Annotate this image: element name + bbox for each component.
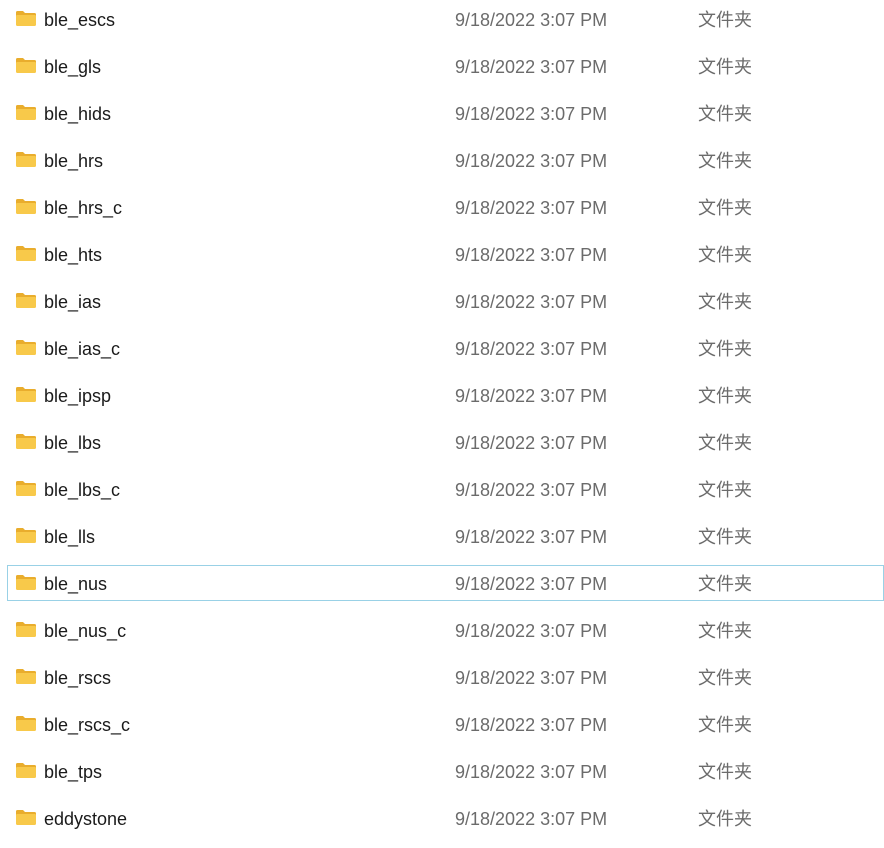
file-date-modified: 9/18/2022 3:07 PM — [455, 104, 608, 124]
file-type: 文件夹 — [698, 527, 752, 547]
file-row[interactable]: ble_hrs 9/18/2022 3:07 PM 文件夹 — [7, 142, 884, 178]
folder-icon — [16, 199, 36, 214]
file-name: ble_nus_c — [44, 621, 127, 641]
file-row-hovered[interactable]: ble_nus 9/18/2022 3:07 PM 文件夹 — [7, 565, 884, 601]
folder-icon — [16, 716, 36, 731]
file-name: ble_escs — [44, 10, 116, 30]
file-name: ble_ipsp — [44, 386, 112, 406]
folder-icon — [16, 575, 36, 590]
file-type: 文件夹 — [698, 151, 752, 171]
file-name: ble_lbs — [44, 433, 102, 453]
file-type: 文件夹 — [698, 574, 752, 594]
file-name: ble_hrs — [44, 151, 104, 171]
file-date-modified: 9/18/2022 3:07 PM — [455, 198, 608, 218]
folder-icon — [16, 11, 36, 26]
file-type: 文件夹 — [698, 292, 752, 312]
file-date-modified: 9/18/2022 3:07 PM — [455, 762, 608, 782]
file-date-modified: 9/18/2022 3:07 PM — [455, 10, 608, 30]
folder-icon — [16, 152, 36, 167]
file-type: 文件夹 — [698, 245, 752, 265]
file-date-modified: 9/18/2022 3:07 PM — [455, 386, 608, 406]
file-type: 文件夹 — [698, 809, 752, 829]
file-date-modified: 9/18/2022 3:07 PM — [455, 151, 608, 171]
file-date-modified: 9/18/2022 3:07 PM — [455, 245, 608, 265]
file-row[interactable]: ble_lbs 9/18/2022 3:07 PM 文件夹 — [7, 424, 884, 460]
folder-icon — [16, 810, 36, 825]
file-date-modified: 9/18/2022 3:07 PM — [455, 668, 608, 688]
file-name: ble_ias_c — [44, 339, 121, 359]
file-name: ble_hids — [44, 104, 112, 124]
file-row[interactable]: ble_tps 9/18/2022 3:07 PM 文件夹 — [7, 753, 884, 789]
file-date-modified: 9/18/2022 3:07 PM — [455, 621, 608, 641]
file-name: ble_rscs_c — [44, 715, 131, 735]
file-row[interactable]: ble_hts 9/18/2022 3:07 PM 文件夹 — [7, 236, 884, 272]
file-name: ble_tps — [44, 762, 103, 782]
file-date-modified: 9/18/2022 3:07 PM — [455, 715, 608, 735]
folder-icon — [16, 340, 36, 355]
file-type: 文件夹 — [698, 668, 752, 688]
file-name: ble_gls — [44, 57, 102, 77]
folder-icon — [16, 387, 36, 402]
file-name: ble_hts — [44, 245, 103, 265]
file-type: 文件夹 — [698, 621, 752, 641]
file-type: 文件夹 — [698, 715, 752, 735]
file-date-modified: 9/18/2022 3:07 PM — [455, 809, 608, 829]
file-name: ble_lbs_c — [44, 480, 121, 500]
file-name: ble_hrs_c — [44, 198, 123, 218]
file-name: ble_nus — [44, 574, 108, 594]
file-date-modified: 9/18/2022 3:07 PM — [455, 57, 608, 77]
folder-icon — [16, 293, 36, 308]
folder-icon — [16, 528, 36, 543]
file-name: ble_lls — [44, 527, 96, 547]
file-row[interactable]: eddystone 9/18/2022 3:07 PM 文件夹 — [7, 800, 884, 836]
file-date-modified: 9/18/2022 3:07 PM — [455, 527, 608, 547]
file-date-modified: 9/18/2022 3:07 PM — [455, 433, 608, 453]
file-row[interactable]: ble_ipsp 9/18/2022 3:07 PM 文件夹 — [7, 377, 884, 413]
folder-icon — [16, 481, 36, 496]
file-type: 文件夹 — [698, 198, 752, 218]
file-row[interactable]: ble_ias 9/18/2022 3:07 PM 文件夹 — [7, 283, 884, 319]
file-type: 文件夹 — [698, 480, 752, 500]
file-list: ble_escs 9/18/2022 3:07 PM 文件夹 ble_gls 9… — [0, 0, 884, 848]
folder-icon — [16, 246, 36, 261]
file-row[interactable]: ble_lbs_c 9/18/2022 3:07 PM 文件夹 — [7, 471, 884, 507]
file-date-modified: 9/18/2022 3:07 PM — [455, 292, 608, 312]
file-type: 文件夹 — [698, 433, 752, 453]
file-type: 文件夹 — [698, 104, 752, 124]
folder-icon — [16, 763, 36, 778]
file-type: 文件夹 — [698, 386, 752, 406]
file-name: eddystone — [44, 809, 128, 829]
file-date-modified: 9/18/2022 3:07 PM — [455, 339, 608, 359]
file-name: ble_ias — [44, 292, 102, 312]
file-row[interactable]: ble_nus_c 9/18/2022 3:07 PM 文件夹 — [7, 612, 884, 648]
file-row[interactable]: ble_hids 9/18/2022 3:07 PM 文件夹 — [7, 95, 884, 131]
folder-icon — [16, 105, 36, 120]
file-row[interactable]: ble_lls 9/18/2022 3:07 PM 文件夹 — [7, 518, 884, 554]
file-type: 文件夹 — [698, 339, 752, 359]
file-type: 文件夹 — [698, 57, 752, 77]
file-type: 文件夹 — [698, 10, 752, 30]
file-type: 文件夹 — [698, 762, 752, 782]
file-row[interactable]: ble_gls 9/18/2022 3:07 PM 文件夹 — [7, 48, 884, 84]
file-row[interactable]: ble_hrs_c 9/18/2022 3:07 PM 文件夹 — [7, 189, 884, 225]
file-name: ble_rscs — [44, 668, 112, 688]
file-date-modified: 9/18/2022 3:07 PM — [455, 480, 608, 500]
file-row[interactable]: ble_rscs_c 9/18/2022 3:07 PM 文件夹 — [7, 706, 884, 742]
folder-icon — [16, 669, 36, 684]
file-row[interactable]: ble_escs 9/18/2022 3:07 PM 文件夹 — [7, 1, 884, 37]
file-row[interactable]: ble_ias_c 9/18/2022 3:07 PM 文件夹 — [7, 330, 884, 366]
file-date-modified: 9/18/2022 3:07 PM — [455, 574, 608, 594]
folder-icon — [16, 622, 36, 637]
folder-icon — [16, 58, 36, 73]
file-row[interactable]: ble_rscs 9/18/2022 3:07 PM 文件夹 — [7, 659, 884, 695]
folder-icon — [16, 434, 36, 449]
